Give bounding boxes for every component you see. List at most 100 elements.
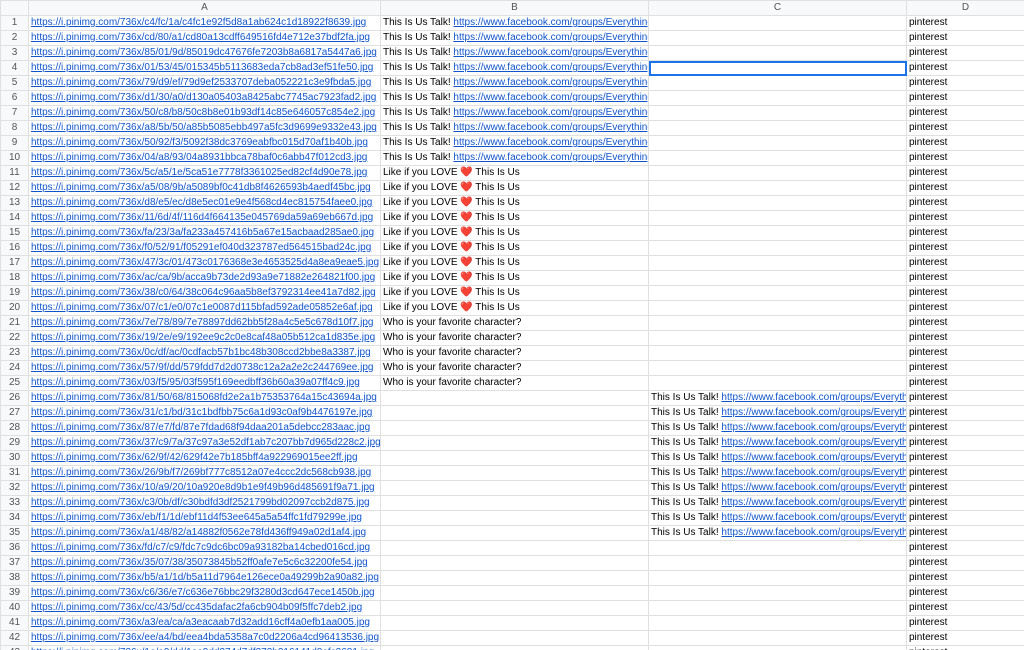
facebook-group-link[interactable]: https://www.facebook.com/groups/Everythi… [453, 32, 648, 43]
cell-a[interactable]: https://i.pinimg.com/736x/ee/a4/bd/eea4b… [29, 631, 381, 646]
cell-d[interactable]: pinterest [907, 346, 1024, 361]
cell-c[interactable]: This Is Us Talk! https://www.facebook.co… [649, 526, 907, 541]
cell-d[interactable]: pinterest [907, 496, 1024, 511]
cell-d[interactable]: pinterest [907, 106, 1024, 121]
cell-d[interactable]: pinterest [907, 316, 1024, 331]
facebook-group-link[interactable]: https://www.facebook.com/groups/Everythi… [721, 437, 906, 448]
row-header[interactable]: 34 [1, 511, 29, 526]
cell-d[interactable]: pinterest [907, 196, 1024, 211]
cell-a[interactable]: https://i.pinimg.com/736x/b5/a1/1d/b5a11… [29, 571, 381, 586]
cell-c[interactable] [649, 256, 907, 271]
image-url-link[interactable]: https://i.pinimg.com/736x/b5/a1/1d/b5a11… [31, 572, 379, 583]
image-url-link[interactable]: https://i.pinimg.com/736x/26/9b/f7/269bf… [31, 467, 371, 478]
row-header[interactable]: 35 [1, 526, 29, 541]
row-header[interactable]: 36 [1, 541, 29, 556]
row-header[interactable]: 30 [1, 451, 29, 466]
image-url-link[interactable]: https://i.pinimg.com/736x/a8/5b/50/a85b5… [31, 122, 377, 133]
facebook-group-link[interactable]: https://www.facebook.com/groups/Everythi… [453, 62, 648, 73]
image-url-link[interactable]: https://i.pinimg.com/736x/0c/df/ac/0cdfa… [31, 347, 371, 358]
image-url-link[interactable]: https://i.pinimg.com/736x/62/9f/42/629f4… [31, 452, 358, 463]
cell-a[interactable]: https://i.pinimg.com/736x/1e/a9/dd/1ea9d… [29, 646, 381, 650]
row-header[interactable]: 39 [1, 586, 29, 601]
facebook-group-link[interactable]: https://www.facebook.com/groups/Everythi… [721, 497, 906, 508]
row-header[interactable]: 19 [1, 286, 29, 301]
row-header[interactable]: 33 [1, 496, 29, 511]
image-url-link[interactable]: https://i.pinimg.com/736x/79/d9/ef/79d9e… [31, 77, 371, 88]
cell-d[interactable]: pinterest [907, 406, 1024, 421]
cell-d[interactable]: pinterest [907, 211, 1024, 226]
image-url-link[interactable]: https://i.pinimg.com/736x/57/9f/dd/579fd… [31, 362, 374, 373]
cell-a[interactable]: https://i.pinimg.com/736x/cd/80/a1/cd80a… [29, 31, 381, 46]
cell-a[interactable]: https://i.pinimg.com/736x/fa/23/3a/fa233… [29, 226, 381, 241]
facebook-group-link[interactable]: https://www.facebook.com/groups/Everythi… [453, 137, 648, 148]
cell-a[interactable]: https://i.pinimg.com/736x/01/53/45/01534… [29, 61, 381, 76]
cell-a[interactable]: https://i.pinimg.com/736x/19/2e/e9/192ee… [29, 331, 381, 346]
cell-c[interactable] [649, 346, 907, 361]
col-header-a[interactable]: A [29, 1, 381, 16]
image-url-link[interactable]: https://i.pinimg.com/736x/11/6d/4f/116d4… [31, 212, 373, 223]
cell-a[interactable]: https://i.pinimg.com/736x/d8/e5/ec/d8e5e… [29, 196, 381, 211]
facebook-group-link[interactable]: https://www.facebook.com/groups/Everythi… [453, 122, 648, 133]
cell-a[interactable]: https://i.pinimg.com/736x/a3/ea/ca/a3eac… [29, 616, 381, 631]
cell-a[interactable]: https://i.pinimg.com/736x/79/d9/ef/79d9e… [29, 76, 381, 91]
row-header[interactable]: 7 [1, 106, 29, 121]
cell-b[interactable] [381, 421, 649, 436]
facebook-group-link[interactable]: https://www.facebook.com/groups/Everythi… [721, 527, 906, 538]
cell-d[interactable]: pinterest [907, 451, 1024, 466]
row-header[interactable]: 11 [1, 166, 29, 181]
cell-a[interactable]: https://i.pinimg.com/736x/ac/ca/9b/acca9… [29, 271, 381, 286]
cell-b[interactable]: Like if you LOVE ❤️ This Is Us [381, 181, 649, 196]
image-url-link[interactable]: https://i.pinimg.com/736x/07/c1/e0/07c1e… [31, 302, 373, 313]
cell-a[interactable]: https://i.pinimg.com/736x/03/f5/95/03f59… [29, 376, 381, 391]
image-url-link[interactable]: https://i.pinimg.com/736x/fd/c7/c9/fdc7c… [31, 542, 370, 553]
cell-b[interactable]: Like if you LOVE ❤️ This Is Us [381, 226, 649, 241]
row-header[interactable]: 5 [1, 76, 29, 91]
cell-a[interactable]: https://i.pinimg.com/736x/fd/c7/c9/fdc7c… [29, 541, 381, 556]
image-url-link[interactable]: https://i.pinimg.com/736x/7e/78/89/7e788… [31, 317, 374, 328]
facebook-group-link[interactable]: https://www.facebook.com/groups/Everythi… [721, 467, 906, 478]
cell-d[interactable]: pinterest [907, 376, 1024, 391]
image-url-link[interactable]: https://i.pinimg.com/736x/03/f5/95/03f59… [31, 377, 360, 388]
image-url-link[interactable]: https://i.pinimg.com/736x/38/c0/64/38c06… [31, 287, 376, 298]
cell-c[interactable] [649, 106, 907, 121]
cell-a[interactable]: https://i.pinimg.com/736x/26/9b/f7/269bf… [29, 466, 381, 481]
cell-a[interactable]: https://i.pinimg.com/736x/11/6d/4f/116d4… [29, 211, 381, 226]
row-header[interactable]: 3 [1, 46, 29, 61]
cell-d[interactable]: pinterest [907, 646, 1024, 650]
image-url-link[interactable]: https://i.pinimg.com/736x/c6/36/e7/c636e… [31, 587, 375, 598]
cell-a[interactable]: https://i.pinimg.com/736x/35/07/38/35073… [29, 556, 381, 571]
row-header[interactable]: 42 [1, 631, 29, 646]
facebook-group-link[interactable]: https://www.facebook.com/groups/Everythi… [721, 422, 906, 433]
cell-d[interactable]: pinterest [907, 391, 1024, 406]
cell-c[interactable] [649, 181, 907, 196]
cell-b[interactable] [381, 391, 649, 406]
cell-d[interactable]: pinterest [907, 121, 1024, 136]
cell-a[interactable]: https://i.pinimg.com/736x/04/a8/93/04a89… [29, 151, 381, 166]
image-url-link[interactable]: https://i.pinimg.com/736x/fa/23/3a/fa233… [31, 227, 374, 238]
cell-b[interactable] [381, 616, 649, 631]
cell-a[interactable]: https://i.pinimg.com/736x/47/3c/01/473c0… [29, 256, 381, 271]
cell-d[interactable]: pinterest [907, 271, 1024, 286]
facebook-group-link[interactable]: https://www.facebook.com/groups/Everythi… [721, 482, 906, 493]
cell-c[interactable]: This Is Us Talk! https://www.facebook.co… [649, 391, 907, 406]
row-header[interactable]: 4 [1, 61, 29, 76]
cell-c[interactable] [649, 376, 907, 391]
row-header[interactable]: 22 [1, 331, 29, 346]
spreadsheet-grid[interactable]: A B C D 1https://i.pinimg.com/736x/c4/fc… [0, 0, 1024, 650]
cell-c[interactable]: This Is Us Talk! https://www.facebook.co… [649, 511, 907, 526]
cell-c[interactable] [649, 151, 907, 166]
row-header[interactable]: 21 [1, 316, 29, 331]
cell-d[interactable]: pinterest [907, 166, 1024, 181]
image-url-link[interactable]: https://i.pinimg.com/736x/cc/43/5d/cc435… [31, 602, 362, 613]
cell-b[interactable]: This Is Us Talk! https://www.facebook.co… [381, 61, 649, 76]
cell-b[interactable] [381, 586, 649, 601]
cell-c[interactable] [649, 631, 907, 646]
row-header[interactable]: 16 [1, 241, 29, 256]
cell-b[interactable]: This Is Us Talk! https://www.facebook.co… [381, 151, 649, 166]
cell-a[interactable]: https://i.pinimg.com/736x/cc/43/5d/cc435… [29, 601, 381, 616]
cell-b[interactable]: Like if you LOVE ❤️ This Is Us [381, 241, 649, 256]
cell-b[interactable] [381, 436, 649, 451]
row-header[interactable]: 8 [1, 121, 29, 136]
cell-b[interactable] [381, 481, 649, 496]
cell-d[interactable]: pinterest [907, 61, 1024, 76]
